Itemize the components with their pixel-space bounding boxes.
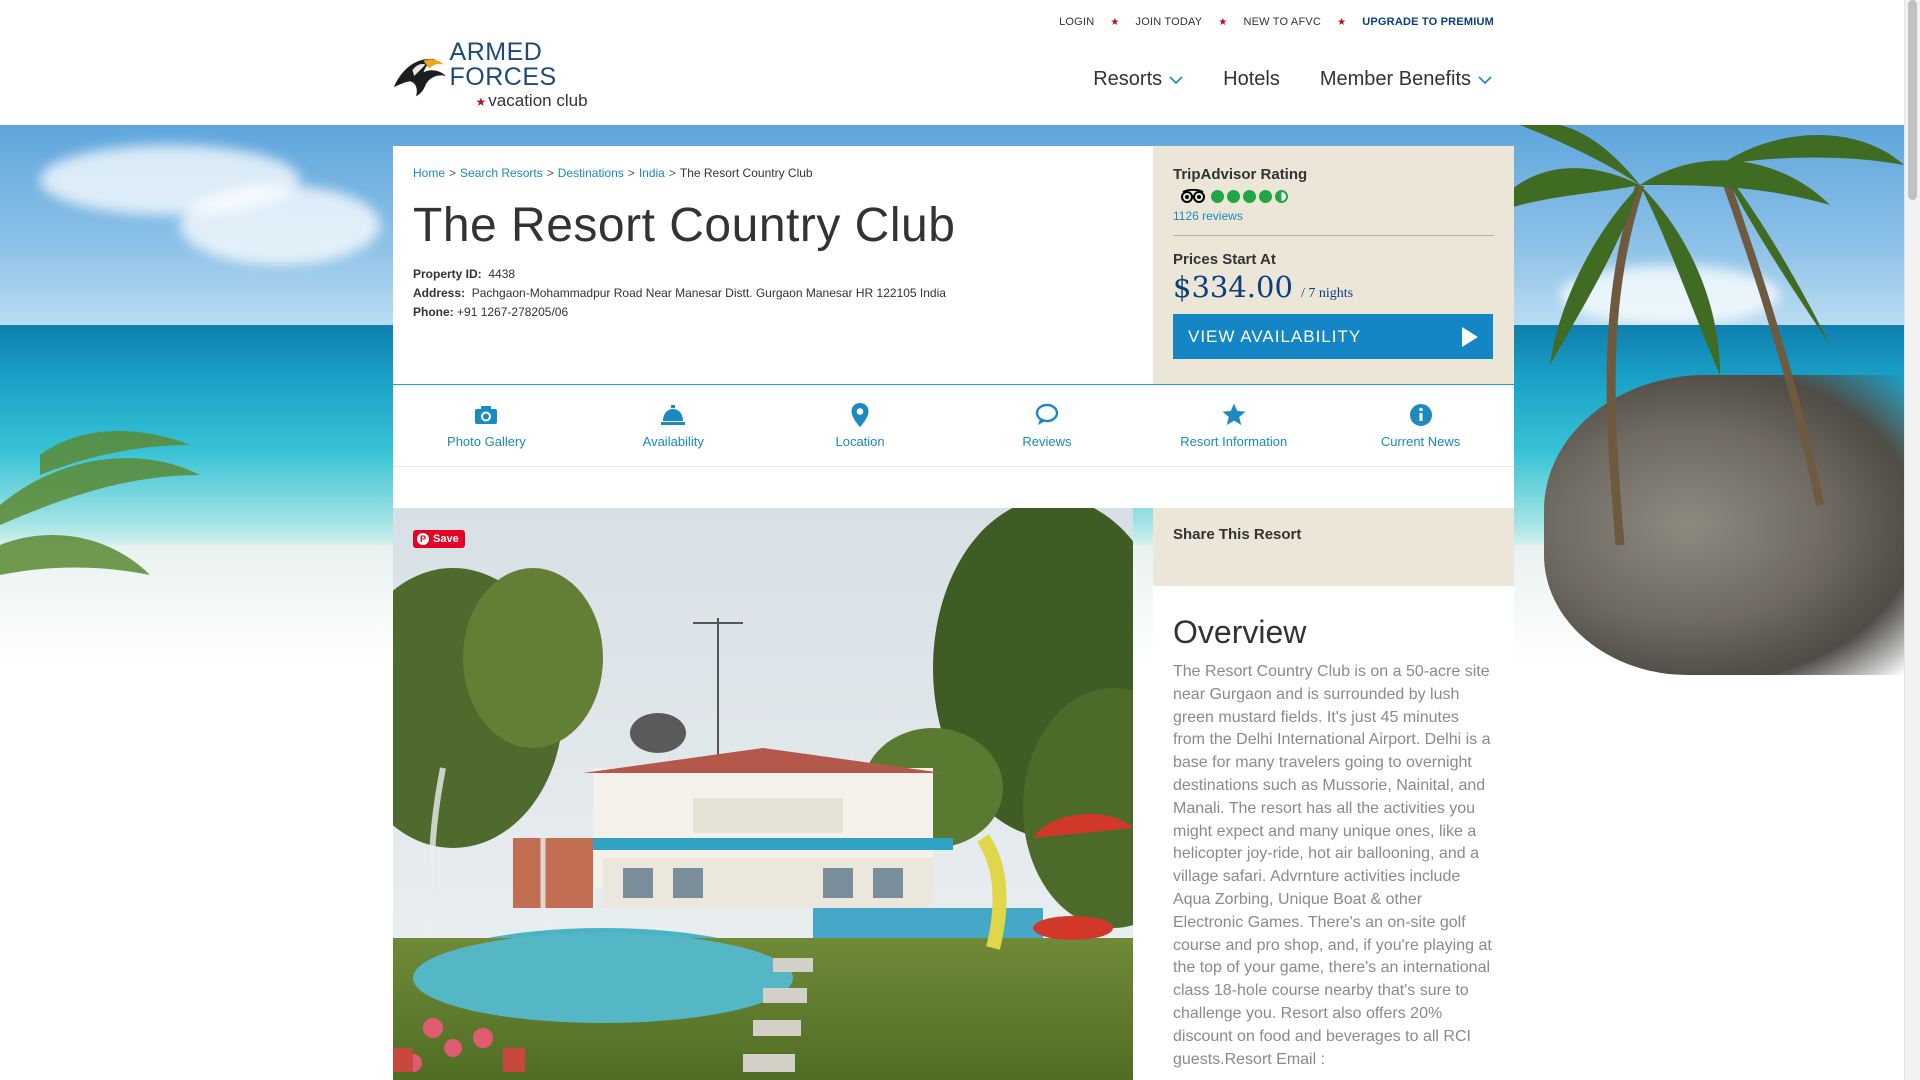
- star-icon: [1222, 403, 1246, 425]
- logo-line-2: ★ vacation club: [475, 90, 588, 110]
- property-id-value: 4438: [488, 267, 516, 281]
- breadcrumb-home[interactable]: Home: [413, 166, 445, 180]
- rating-half-bubble-icon: [1275, 189, 1288, 203]
- site-header: ARMED FORCES ★ vacation club LOGIN ★ JOIN…: [0, 0, 1904, 125]
- rating-bubble-icon: [1243, 189, 1256, 203]
- breadcrumb-india[interactable]: India: [639, 166, 665, 180]
- tab-reviews-label: Reviews: [1022, 434, 1072, 449]
- breadcrumb-destinations[interactable]: Destinations: [558, 166, 624, 180]
- map-pin-icon: [851, 403, 869, 427]
- price-amount: $334.00: [1173, 270, 1293, 304]
- page-title: The Resort Country Club: [413, 199, 956, 252]
- overview-text: The Resort Country Club is on a 50-acre …: [1173, 663, 1492, 1068]
- overview-title: Overview: [1173, 614, 1307, 650]
- tab-photo-gallery[interactable]: Photo Gallery: [393, 385, 580, 466]
- chat-bubbles-icon: [1035, 403, 1059, 425]
- view-availability-label: VIEW AVAILABILITY: [1188, 326, 1362, 346]
- pinterest-save-button[interactable]: P Save: [413, 530, 465, 548]
- chevron-down-icon: [1169, 75, 1183, 84]
- rating-bubble-icon: [1259, 189, 1272, 203]
- chevron-down-icon: [1478, 75, 1492, 84]
- tab-resort-information-label: Resort Information: [1180, 434, 1288, 449]
- separator-star-icon: ★: [1110, 16, 1120, 28]
- camera-icon: [475, 406, 498, 424]
- new-to-afvc-link[interactable]: NEW TO AFVC: [1243, 16, 1321, 28]
- tab-photo-gallery-label: Photo Gallery: [447, 434, 526, 449]
- tab-resort-information[interactable]: Resort Information: [1140, 385, 1327, 466]
- reviews-count-link[interactable]: 1126 reviews: [1173, 209, 1494, 223]
- share-panel: Share This Resort: [1153, 508, 1514, 586]
- nav-hotels[interactable]: Hotels: [1223, 68, 1280, 91]
- service-bell-icon: [661, 405, 686, 425]
- tab-current-news-label: Current News: [1380, 434, 1461, 449]
- separator-star-icon: ★: [1337, 16, 1347, 28]
- nav-member-benefits[interactable]: Member Benefits: [1320, 68, 1492, 91]
- right-column: Share This Resort Overview The Resort Co…: [1153, 508, 1514, 1080]
- eagle-logo-icon: [393, 58, 446, 97]
- pinterest-save-label: Save: [433, 533, 459, 545]
- prices-start-label: Prices Start At: [1173, 251, 1276, 268]
- property-tab-bar: Photo Gallery Availability Location Revi…: [393, 385, 1514, 467]
- phone-value[interactable]: +91 1267-278205/06: [457, 305, 568, 319]
- main-nav: Resorts Hotels Member Benefits: [1053, 68, 1492, 91]
- separator-star-icon: ★: [1218, 16, 1228, 28]
- tab-current-news[interactable]: Current News: [1327, 385, 1514, 466]
- property-header-card: Home > Search Resorts > Destinations > India > T…: [393, 146, 1153, 384]
- resort-photo[interactable]: P Save: [393, 508, 1133, 1080]
- afvc-logo[interactable]: ARMED FORCES ★ vacation club: [392, 39, 642, 109]
- property-details: Property ID: 4438 Address: Pachgaon-Moha…: [413, 265, 1133, 322]
- login-link[interactable]: LOGIN: [1059, 16, 1094, 28]
- nav-hotels-label: Hotels: [1223, 68, 1280, 90]
- rating-bubble-icon: [1211, 189, 1224, 203]
- property-id-row: Property ID: 4438: [413, 267, 516, 281]
- breadcrumb-search-resorts[interactable]: Search Resorts: [460, 166, 543, 180]
- play-arrow-icon: [1462, 326, 1478, 347]
- address-value: Pachgaon-Mohammadpur Road Near Manesar D…: [471, 286, 946, 300]
- utility-nav: LOGIN ★ JOIN TODAY ★ NEW TO AFVC ★ UPGRA…: [1059, 16, 1494, 28]
- nav-resorts-label: Resorts: [1093, 68, 1163, 90]
- price-nights: / 7 nights: [1300, 286, 1354, 301]
- join-today-link[interactable]: JOIN TODAY: [1136, 16, 1203, 28]
- breadcrumb: Home > Search Resorts > Destinations > India > T…: [413, 166, 813, 180]
- phone-row: Phone: +91 1267-278205/06: [413, 305, 569, 319]
- tab-availability-label: Availability: [642, 434, 704, 449]
- breadcrumb-current: The Resort Country Club: [679, 166, 813, 180]
- view-availability-button[interactable]: VIEW AVAILABILITY: [1173, 314, 1493, 359]
- tripadvisor-label: TripAdvisor Rating: [1173, 166, 1308, 183]
- price-panel: TripAdvisor Rating 1126 reviews Prices S…: [1153, 146, 1514, 384]
- rating-bubble-icon: [1227, 189, 1240, 203]
- tripadvisor-owl-icon: [1181, 189, 1205, 203]
- nav-resorts[interactable]: Resorts: [1093, 68, 1183, 91]
- tab-availability[interactable]: Availability: [580, 385, 767, 466]
- price-row: $334.00 / 7 nights: [1173, 270, 1494, 304]
- share-title: Share This Resort: [1173, 526, 1302, 543]
- resort-photo-image: [393, 508, 1133, 1080]
- tab-location-label: Location: [835, 434, 885, 449]
- pinterest-icon: P: [417, 533, 429, 545]
- tab-location[interactable]: Location: [767, 385, 954, 466]
- address-row: Address: Pachgaon-Mohammadpur Road Near …: [413, 286, 946, 300]
- tab-reviews[interactable]: Reviews: [953, 385, 1140, 466]
- overview-section: Overview The Resort Country Club is on a…: [1153, 586, 1514, 1071]
- info-icon: [1409, 404, 1432, 426]
- scrollbar-thumb[interactable]: [1908, 0, 1917, 200]
- upgrade-premium-link[interactable]: UPGRADE TO PREMIUM: [1362, 16, 1494, 28]
- tripadvisor-rating: [1181, 189, 1494, 203]
- logo-line-1: ARMED FORCES: [449, 37, 557, 91]
- page-scrollbar[interactable]: [1904, 0, 1920, 1080]
- nav-benefits-label: Member Benefits: [1319, 68, 1471, 90]
- divider: [1173, 235, 1494, 236]
